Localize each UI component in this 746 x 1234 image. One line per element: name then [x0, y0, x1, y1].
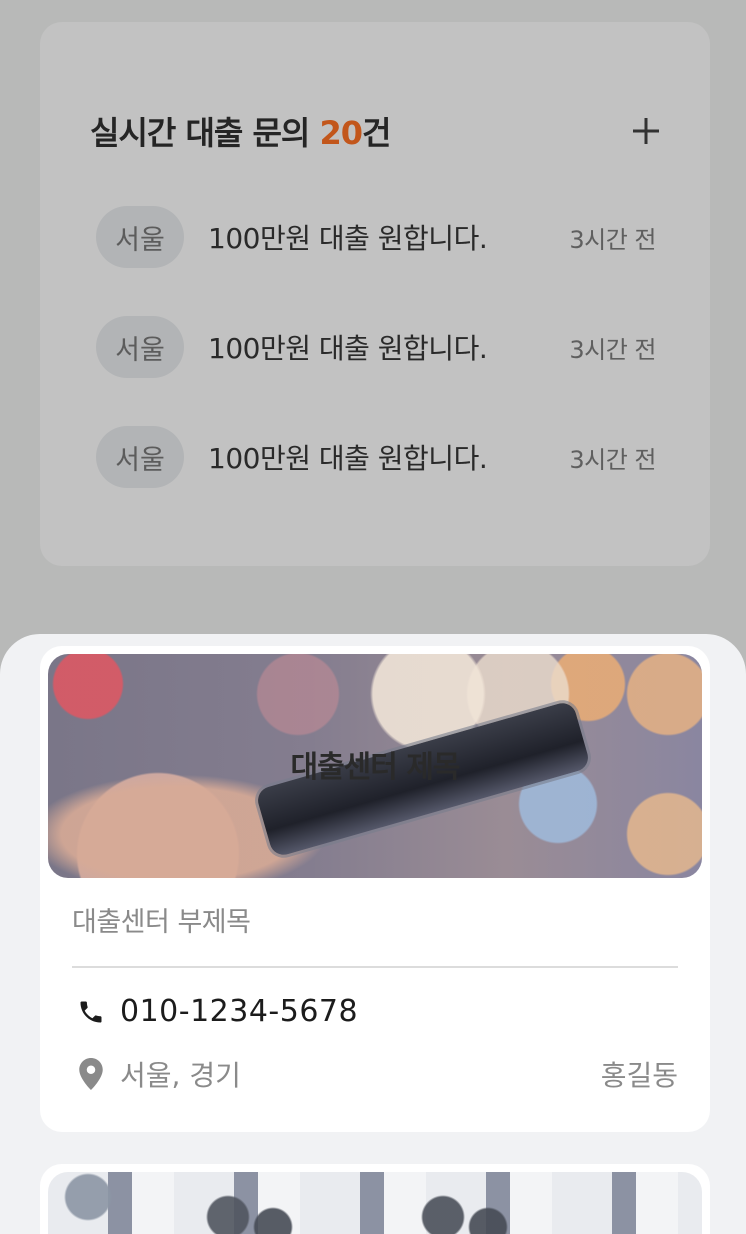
region-badge: 서울 — [96, 206, 184, 268]
card-subtitle: 대출센터 부제목 — [72, 907, 251, 938]
inquiry-title: 실시간 대출 문의 20건 — [90, 108, 392, 154]
inquiry-text: 100만원 대출 원합니다. — [208, 222, 488, 255]
office-banner-image — [48, 1172, 702, 1234]
list-item[interactable]: 서울 100만원 대출 원합니다. 3시간 전 — [96, 426, 656, 488]
inquiry-time: 3시간 전 — [569, 225, 656, 254]
banner-image: 대출센터 제목 — [48, 654, 702, 878]
inquiry-title-suffix: 건 — [362, 114, 391, 152]
region-badge: 서울 — [96, 426, 184, 488]
page: 실시간 대출 문의 20건 서울 100만원 대출 원합니다. 3시간 전 서울… — [0, 0, 746, 1234]
list-item[interactable]: 서울 100만원 대출 원합니다. 3시간 전 — [96, 316, 656, 378]
inquiry-text: 100만원 대출 원합니다. — [208, 332, 488, 365]
inquiry-count: 20 — [319, 114, 364, 152]
manager-name: 홍길동 — [600, 1059, 678, 1092]
region-badge: 서울 — [96, 316, 184, 378]
inquiry-list: 서울 100만원 대출 원합니다. 3시간 전 서울 100만원 대출 원합니다… — [96, 206, 656, 536]
list-item[interactable]: 서울 100만원 대출 원합니다. 3시간 전 — [96, 206, 656, 268]
loan-center-card[interactable]: 대출센터 제목 대출센터 부제목 010-1234-5678 서울, 경기 홍길… — [40, 646, 710, 1132]
inquiry-time: 3시간 전 — [569, 445, 656, 474]
phone-number[interactable]: 010-1234-5678 — [120, 994, 358, 1029]
inquiry-time: 3시간 전 — [569, 335, 656, 364]
realtime-inquiry-card: 실시간 대출 문의 20건 서울 100만원 대출 원합니다. 3시간 전 서울… — [40, 22, 710, 566]
region-row: 서울, 경기 홍길동 — [76, 1054, 678, 1094]
plus-icon[interactable] — [626, 111, 666, 151]
inquiry-text: 100만원 대출 원합니다. — [208, 442, 488, 475]
banner-title: 대출센터 제목 — [290, 750, 460, 785]
region-text: 서울, 경기 — [120, 1059, 241, 1092]
bottom-sheet: 대출센터 제목 대출센터 부제목 010-1234-5678 서울, 경기 홍길… — [0, 634, 746, 1234]
phone-icon — [76, 995, 106, 1029]
phone-row[interactable]: 010-1234-5678 — [76, 994, 678, 1029]
inquiry-title-prefix: 실시간 대출 문의 — [90, 114, 320, 152]
location-pin-icon — [76, 1057, 106, 1091]
inquiry-header: 실시간 대출 문의 20건 — [90, 106, 666, 156]
divider — [72, 966, 678, 968]
loan-center-card-next[interactable] — [40, 1164, 710, 1234]
